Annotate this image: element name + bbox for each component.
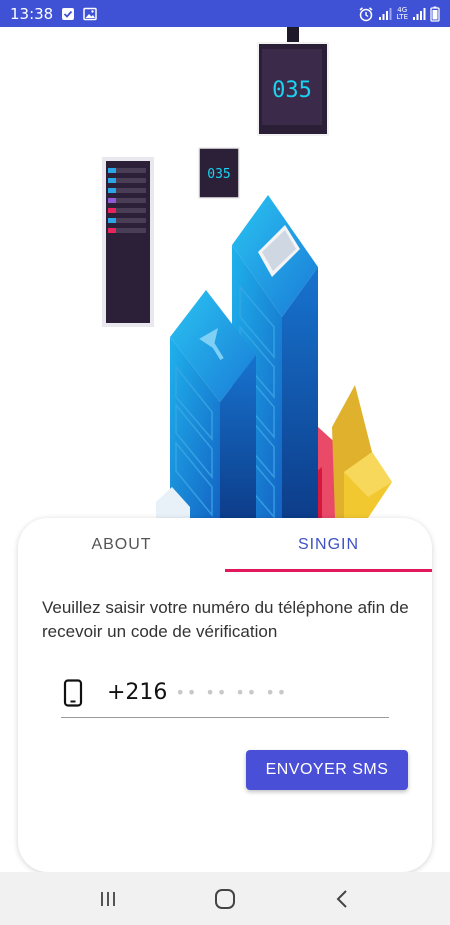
country-code: +216 [107,680,168,705]
hanging-clock-panel: 035 [257,27,329,136]
floating-data-panel [102,157,154,327]
home-icon [214,888,235,909]
recent-apps-button[interactable] [88,879,128,919]
signal-icon [378,7,392,21]
phone-field[interactable]: +216 [61,668,389,718]
navigation-bar [0,872,450,925]
hero-illustration: 035 035 [0,27,450,527]
home-button[interactable] [205,879,245,919]
signal-icon [412,7,426,21]
status-bar: 13:38 4G LTE [0,0,450,27]
tab-bar: ABOUT SINGIN [18,518,432,572]
image-notification-icon [83,7,97,21]
battery-icon [430,6,440,22]
card-time-label: 035 [207,167,230,182]
panel-time-label: 035 [272,78,312,103]
status-left: 13:38 [10,5,97,23]
login-card: ABOUT SINGIN Veuillez saisir votre numér… [18,518,432,872]
network-type-bottom: LTE [396,12,408,21]
network-type-label: 4G LTE [396,6,408,21]
floating-clock-card: 035 [198,147,240,199]
check-notification-icon [61,7,75,21]
tab-signin[interactable]: SINGIN [225,518,432,572]
instruction-text: Veuillez saisir votre numéro du téléphon… [42,598,409,641]
phone-number-input[interactable] [175,683,356,702]
alarm-icon [358,6,374,22]
recent-apps-icon [101,891,116,906]
status-right: 4G LTE [358,6,440,22]
back-icon [336,889,347,908]
status-time: 13:38 [10,4,54,23]
tab-about[interactable]: ABOUT [18,518,225,572]
back-button[interactable] [322,879,362,919]
send-sms-button[interactable]: ENVOYER SMS [246,750,408,790]
smartphone-icon [63,678,89,708]
